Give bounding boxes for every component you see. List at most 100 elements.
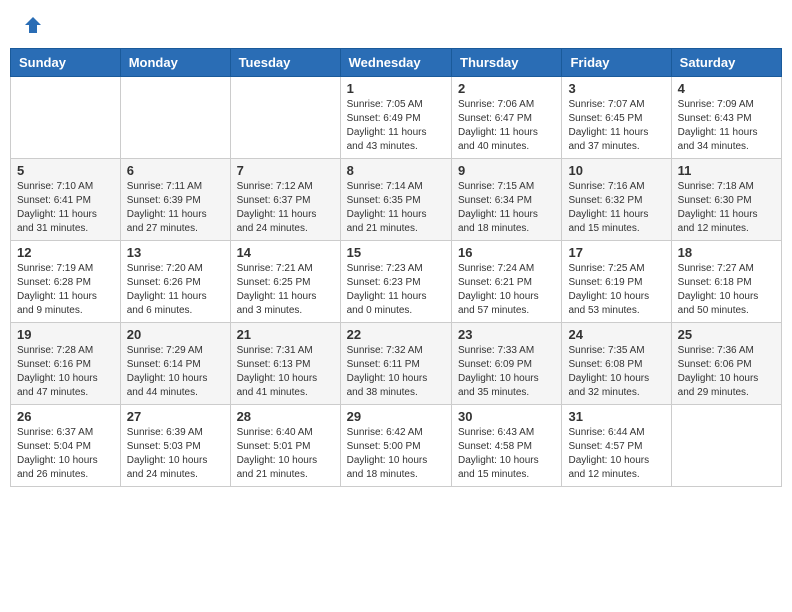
day-cell <box>120 77 230 159</box>
day-cell: 5Sunrise: 7:10 AM Sunset: 6:41 PM Daylig… <box>11 159 121 241</box>
day-number: 25 <box>678 327 775 342</box>
day-info: Sunrise: 7:16 AM Sunset: 6:32 PM Dayligh… <box>568 180 664 236</box>
day-cell: 2 Sunrise: 7:06 AM Sunset: 6:47 PM Daylig… <box>452 77 562 159</box>
day-cell: 8 Sunrise: 7:14 AM Sunset: 6:35 PM Daylig… <box>340 159 451 241</box>
calendar-table: SundayMondayTuesdayWednesdayThursdayFrid… <box>10 48 782 487</box>
day-cell <box>671 405 781 487</box>
day-info: Sunrise: 7:11 AM Sunset: 6:39 PM Dayligh… <box>127 180 224 236</box>
day-cell: 22 Sunrise: 7:32 AM Sunset: 6:11 PM Dayli… <box>340 323 451 405</box>
day-cell: 6Sunrise: 7:11 AM Sunset: 6:39 PM Daylig… <box>120 159 230 241</box>
day-cell: 17 Sunrise: 7:25 AM Sunset: 6:19 PM Dayli… <box>562 241 671 323</box>
week-row-4: 19 Sunrise: 7:28 AM Sunset: 6:16 PM Dayli… <box>11 323 782 405</box>
logo-icon <box>23 15 43 35</box>
day-cell <box>230 77 340 159</box>
day-cell: 18Sunrise: 7:27 AM Sunset: 6:18 PM Dayli… <box>671 241 781 323</box>
day-info: Sunrise: 7:25 AM Sunset: 6:19 PM Dayligh… <box>568 262 664 318</box>
weekday-header-sunday: Sunday <box>11 49 121 77</box>
day-number: 20 <box>127 327 224 342</box>
page-header <box>10 10 782 40</box>
day-cell: 16 Sunrise: 7:24 AM Sunset: 6:21 PM Dayli… <box>452 241 562 323</box>
day-number: 27 <box>127 409 224 424</box>
day-number: 2 <box>458 81 555 96</box>
day-cell: 27 Sunrise: 6:39 AM Sunset: 5:03 PM Dayli… <box>120 405 230 487</box>
day-info: Sunrise: 6:43 AM Sunset: 4:58 PM Dayligh… <box>458 426 555 482</box>
day-cell: 1 Sunrise: 7:05 AM Sunset: 6:49 PM Daylig… <box>340 77 451 159</box>
day-info: Sunrise: 6:37 AM Sunset: 5:04 PM Dayligh… <box>17 426 114 482</box>
day-number: 1 <box>347 81 445 96</box>
day-number: 23 <box>458 327 555 342</box>
day-number: 24 <box>568 327 664 342</box>
day-info: Sunrise: 6:39 AM Sunset: 5:03 PM Dayligh… <box>127 426 224 482</box>
day-number: 19 <box>17 327 114 342</box>
day-number: 13 <box>127 245 224 260</box>
day-info: Sunrise: 7:09 AM Sunset: 6:43 PM Dayligh… <box>678 98 775 154</box>
day-number: 26 <box>17 409 114 424</box>
day-cell: 11Sunrise: 7:18 AM Sunset: 6:30 PM Dayli… <box>671 159 781 241</box>
day-number: 9 <box>458 163 555 178</box>
day-info: Sunrise: 7:31 AM Sunset: 6:13 PM Dayligh… <box>237 344 334 400</box>
day-cell: 3 Sunrise: 7:07 AM Sunset: 6:45 PM Daylig… <box>562 77 671 159</box>
day-info: Sunrise: 7:06 AM Sunset: 6:47 PM Dayligh… <box>458 98 555 154</box>
day-info: Sunrise: 6:44 AM Sunset: 4:57 PM Dayligh… <box>568 426 664 482</box>
day-cell: 21 Sunrise: 7:31 AM Sunset: 6:13 PM Dayli… <box>230 323 340 405</box>
week-row-1: 1 Sunrise: 7:05 AM Sunset: 6:49 PM Daylig… <box>11 77 782 159</box>
day-info: Sunrise: 7:33 AM Sunset: 6:09 PM Dayligh… <box>458 344 555 400</box>
day-info: Sunrise: 7:05 AM Sunset: 6:49 PM Dayligh… <box>347 98 445 154</box>
week-row-5: 26 Sunrise: 6:37 AM Sunset: 5:04 PM Dayli… <box>11 405 782 487</box>
day-info: Sunrise: 7:32 AM Sunset: 6:11 PM Dayligh… <box>347 344 445 400</box>
day-cell: 19 Sunrise: 7:28 AM Sunset: 6:16 PM Dayli… <box>11 323 121 405</box>
day-info: Sunrise: 7:10 AM Sunset: 6:41 PM Dayligh… <box>17 180 114 236</box>
day-cell: 28 Sunrise: 6:40 AM Sunset: 5:01 PM Dayli… <box>230 405 340 487</box>
day-info: Sunrise: 7:23 AM Sunset: 6:23 PM Dayligh… <box>347 262 445 318</box>
day-number: 17 <box>568 245 664 260</box>
day-number: 16 <box>458 245 555 260</box>
day-number: 31 <box>568 409 664 424</box>
day-cell: 23 Sunrise: 7:33 AM Sunset: 6:09 PM Dayli… <box>452 323 562 405</box>
weekday-header-friday: Friday <box>562 49 671 77</box>
weekday-header-row: SundayMondayTuesdayWednesdayThursdayFrid… <box>11 49 782 77</box>
day-cell: 13Sunrise: 7:20 AM Sunset: 6:26 PM Dayli… <box>120 241 230 323</box>
day-number: 3 <box>568 81 664 96</box>
day-info: Sunrise: 6:42 AM Sunset: 5:00 PM Dayligh… <box>347 426 445 482</box>
day-info: Sunrise: 7:07 AM Sunset: 6:45 PM Dayligh… <box>568 98 664 154</box>
day-number: 12 <box>17 245 114 260</box>
day-info: Sunrise: 7:28 AM Sunset: 6:16 PM Dayligh… <box>17 344 114 400</box>
day-number: 30 <box>458 409 555 424</box>
day-cell: 25Sunrise: 7:36 AM Sunset: 6:06 PM Dayli… <box>671 323 781 405</box>
week-row-3: 12Sunrise: 7:19 AM Sunset: 6:28 PM Dayli… <box>11 241 782 323</box>
day-cell <box>11 77 121 159</box>
day-number: 15 <box>347 245 445 260</box>
day-number: 7 <box>237 163 334 178</box>
day-info: Sunrise: 7:14 AM Sunset: 6:35 PM Dayligh… <box>347 180 445 236</box>
day-info: Sunrise: 7:29 AM Sunset: 6:14 PM Dayligh… <box>127 344 224 400</box>
day-cell: 15 Sunrise: 7:23 AM Sunset: 6:23 PM Dayli… <box>340 241 451 323</box>
day-cell: 4 Sunrise: 7:09 AM Sunset: 6:43 PM Daylig… <box>671 77 781 159</box>
day-cell: 7 Sunrise: 7:12 AM Sunset: 6:37 PM Daylig… <box>230 159 340 241</box>
day-cell: 29 Sunrise: 6:42 AM Sunset: 5:00 PM Dayli… <box>340 405 451 487</box>
day-info: Sunrise: 7:21 AM Sunset: 6:25 PM Dayligh… <box>237 262 334 318</box>
day-number: 18 <box>678 245 775 260</box>
weekday-header-monday: Monday <box>120 49 230 77</box>
day-cell: 30 Sunrise: 6:43 AM Sunset: 4:58 PM Dayli… <box>452 405 562 487</box>
day-info: Sunrise: 6:40 AM Sunset: 5:01 PM Dayligh… <box>237 426 334 482</box>
day-number: 22 <box>347 327 445 342</box>
logo <box>20 15 43 35</box>
weekday-header-tuesday: Tuesday <box>230 49 340 77</box>
day-info: Sunrise: 7:12 AM Sunset: 6:37 PM Dayligh… <box>237 180 334 236</box>
weekday-header-saturday: Saturday <box>671 49 781 77</box>
weekday-header-wednesday: Wednesday <box>340 49 451 77</box>
day-info: Sunrise: 7:15 AM Sunset: 6:34 PM Dayligh… <box>458 180 555 236</box>
day-cell: 20 Sunrise: 7:29 AM Sunset: 6:14 PM Dayli… <box>120 323 230 405</box>
day-cell: 14Sunrise: 7:21 AM Sunset: 6:25 PM Dayli… <box>230 241 340 323</box>
day-number: 28 <box>237 409 334 424</box>
day-info: Sunrise: 7:24 AM Sunset: 6:21 PM Dayligh… <box>458 262 555 318</box>
week-row-2: 5Sunrise: 7:10 AM Sunset: 6:41 PM Daylig… <box>11 159 782 241</box>
day-number: 10 <box>568 163 664 178</box>
day-info: Sunrise: 7:35 AM Sunset: 6:08 PM Dayligh… <box>568 344 664 400</box>
day-number: 8 <box>347 163 445 178</box>
day-number: 21 <box>237 327 334 342</box>
day-number: 29 <box>347 409 445 424</box>
day-number: 11 <box>678 163 775 178</box>
day-number: 4 <box>678 81 775 96</box>
day-cell: 12Sunrise: 7:19 AM Sunset: 6:28 PM Dayli… <box>11 241 121 323</box>
